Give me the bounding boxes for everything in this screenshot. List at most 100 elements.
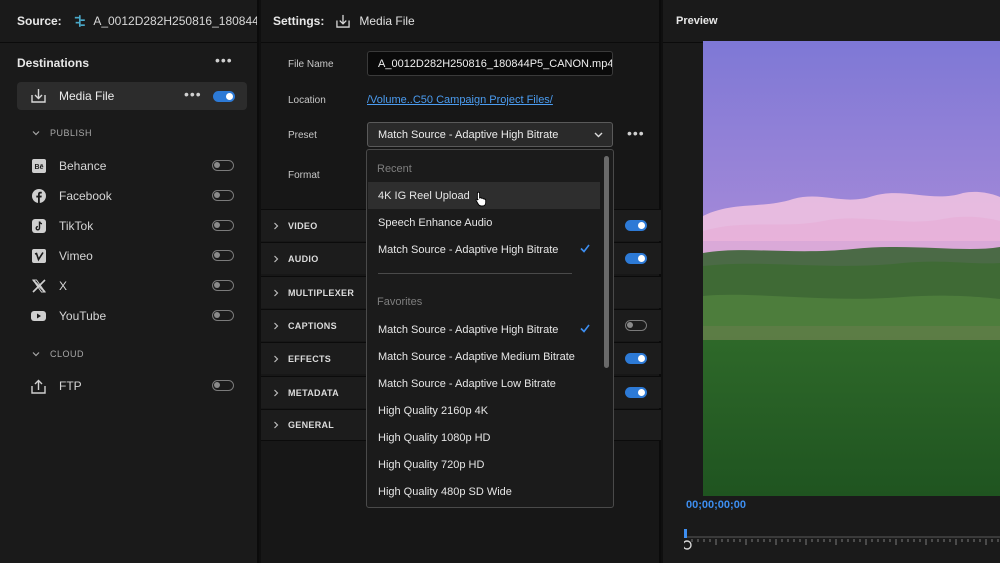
timecode: 00;00;00;00 (686, 499, 746, 511)
destination-ftp[interactable]: FTP (31, 376, 236, 396)
facebook-toggle[interactable] (212, 190, 234, 201)
ftp-label: FTP (59, 379, 82, 393)
publish-header-label: PUBLISH (50, 128, 93, 138)
chevron-right-icon (274, 389, 279, 396)
chevron-right-icon (274, 222, 279, 229)
preset-option[interactable]: High Quality 480p SD Wide (368, 478, 600, 505)
facebook-icon (31, 189, 46, 204)
effects-toggle[interactable] (625, 353, 647, 364)
destination-x[interactable]: X (31, 276, 236, 296)
video-toggle[interactable] (625, 220, 647, 231)
behance-toggle[interactable] (212, 160, 234, 171)
destinations-more-icon[interactable]: ••• (215, 52, 233, 68)
youtube-icon (31, 309, 46, 324)
destinations-title: Destinations (17, 56, 90, 70)
media-file-toggle[interactable] (213, 91, 235, 102)
destination-vimeo[interactable]: Vimeo (31, 246, 236, 266)
chevron-right-icon (274, 289, 279, 296)
publish-section-header[interactable]: PUBLISH (32, 128, 92, 138)
preset-more-icon[interactable]: ••• (627, 125, 645, 141)
landscape-frame-image (703, 41, 1000, 496)
export-file-icon (336, 14, 351, 28)
media-file-more-icon[interactable]: ••• (184, 86, 202, 102)
checkmark-icon (580, 244, 590, 253)
source-label: Source: (17, 14, 62, 28)
settings-target: Media File (359, 14, 415, 28)
preset-select[interactable]: Match Source - Adaptive High Bitrate (367, 122, 613, 147)
export-file-icon (31, 89, 46, 103)
preset-option[interactable]: Match Source - Adaptive High Bitrate (368, 236, 600, 263)
timeline-scrubber[interactable] (684, 525, 1000, 551)
x-toggle[interactable] (212, 280, 234, 291)
destination-youtube[interactable]: YouTube (31, 306, 236, 326)
preview-bar: Preview (663, 0, 1000, 43)
metadata-toggle[interactable] (625, 387, 647, 398)
source-file-name: A_0012D282H250816_180844P5_... (93, 14, 257, 28)
destination-facebook[interactable]: Facebook (31, 186, 236, 206)
section-captions-label: CAPTIONS (288, 320, 337, 331)
source-bar: Source: A_0012D282H250816_180844P5_... (0, 0, 257, 43)
location-link[interactable]: /Volume..C50 Campaign Project Files/ (367, 94, 553, 106)
vimeo-label: Vimeo (59, 249, 93, 263)
file-name-input[interactable]: A_0012D282H250816_180844P5_CANON.mp4 (367, 51, 613, 76)
x-label: X (59, 279, 68, 293)
preset-option[interactable]: Match Source - Adaptive Low Bitrate (368, 370, 600, 397)
chevron-right-icon (274, 255, 279, 262)
cloud-section-header[interactable]: CLOUD (32, 349, 84, 359)
dropdown-scrollbar[interactable] (604, 156, 609, 368)
format-label: Format (288, 170, 320, 181)
youtube-toggle[interactable] (212, 310, 234, 321)
ftp-toggle[interactable] (212, 380, 234, 391)
destination-media-file[interactable]: Media File ••• (17, 82, 247, 110)
section-multiplexer-label: MULTIPLEXER (288, 287, 355, 298)
facebook-label: Facebook (59, 189, 112, 203)
vimeo-icon (31, 249, 46, 264)
recent-header: Recent (377, 163, 412, 175)
youtube-label: YouTube (59, 309, 107, 323)
preset-label: Preset (288, 130, 317, 141)
destination-tiktok[interactable]: TikTok (31, 216, 236, 236)
tiktok-label: TikTok (59, 219, 94, 233)
audio-toggle[interactable] (625, 253, 647, 264)
preset-option[interactable]: High Quality 2160p 4K (368, 397, 600, 424)
section-general-label: GENERAL (288, 420, 335, 430)
vimeo-toggle[interactable] (212, 250, 234, 261)
preset-option[interactable]: Speech Enhance Audio (368, 209, 600, 236)
settings-bar: Settings: Media File (261, 0, 659, 43)
svg-text:Bē: Bē (34, 164, 43, 171)
chevron-down-icon (32, 131, 40, 136)
file-name-label: File Name (288, 59, 334, 70)
preset-option[interactable]: Match Source - Adaptive Medium Bitrate (368, 343, 600, 370)
preset-option[interactable]: High Quality 1080p HD (368, 424, 600, 451)
chevron-down-icon (594, 132, 603, 138)
media-file-label: Media File (59, 89, 115, 103)
x-icon (31, 279, 46, 294)
preset-dropdown: Recent 4K IG Reel Upload Speech Enhance … (366, 149, 614, 508)
section-audio-label: AUDIO (288, 253, 319, 264)
tiktok-toggle[interactable] (212, 220, 234, 231)
preset-option[interactable]: High Quality 720p HD (368, 451, 600, 478)
favorites-header: Favorites (377, 296, 423, 308)
captions-toggle[interactable] (625, 320, 647, 331)
destination-behance[interactable]: Bē Behance (31, 156, 236, 176)
preset-option[interactable]: Match Source - Adaptive High Bitrate (368, 316, 600, 343)
section-metadata-label: METADATA (288, 387, 339, 398)
preset-value: Match Source - Adaptive High Bitrate (378, 129, 559, 141)
section-video-label: VIDEO (288, 220, 318, 231)
section-effects-label: EFFECTS (288, 353, 332, 364)
chevron-down-icon (32, 352, 40, 357)
dropdown-divider (378, 273, 572, 274)
tiktok-icon (31, 219, 46, 234)
hand-cursor-icon (475, 191, 487, 207)
playhead-marker (684, 529, 687, 538)
cloud-header-label: CLOUD (50, 349, 85, 359)
chevron-right-icon (274, 421, 279, 429)
preview-video-frame[interactable] (703, 41, 1000, 496)
behance-icon: Bē (31, 159, 46, 174)
behance-label: Behance (59, 159, 107, 173)
settings-label: Settings: (273, 14, 325, 28)
preview-panel: Preview 00;00;00;00 (663, 0, 1000, 563)
playhead-handle (684, 540, 692, 550)
destinations-panel: Source: A_0012D282H250816_180844P5_... D… (0, 0, 259, 563)
preview-label: Preview (676, 15, 718, 27)
